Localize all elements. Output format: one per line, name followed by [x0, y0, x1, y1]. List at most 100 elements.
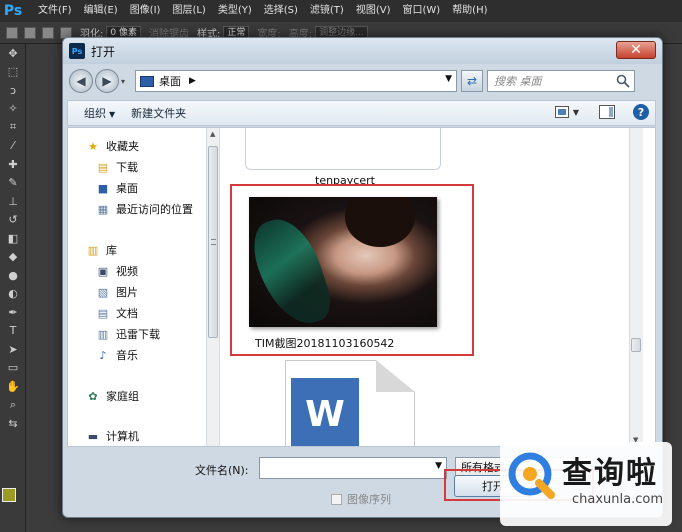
nav-item-xunlei[interactable]: ▥ 迅雷下载: [96, 324, 160, 344]
computer-icon: ▬: [87, 429, 99, 443]
new-selection-icon[interactable]: [24, 26, 36, 39]
pen-tool-icon[interactable]: ✒: [0, 303, 26, 322]
swap-colors-icon[interactable]: ⇆: [0, 414, 26, 433]
marquee-preset-icon[interactable]: [6, 26, 18, 39]
foreground-color-swatch[interactable]: [2, 488, 16, 502]
nav-item-homegroup[interactable]: ✿ 家庭组: [86, 386, 139, 406]
command-bar-right: ▼ ?: [554, 104, 649, 120]
view-dropdown-icon[interactable]: ▼: [573, 108, 579, 117]
eyedropper-tool-icon[interactable]: ⁄: [0, 137, 26, 156]
move-tool-icon[interactable]: ✥: [0, 44, 26, 63]
image-sequence-checkbox[interactable]: 图像序列: [331, 491, 391, 507]
shape-tool-icon[interactable]: ▭: [0, 359, 26, 378]
dodge-tool-icon[interactable]: ◐: [0, 285, 26, 304]
homegroup-icon: ✿: [88, 389, 98, 403]
healing-tool-icon[interactable]: ✚: [0, 155, 26, 174]
library-icon: ▥: [87, 243, 99, 257]
eraser-tool-icon[interactable]: ◧: [0, 229, 26, 248]
image-sequence-label: 图像序列: [347, 493, 391, 506]
history-dropdown-icon[interactable]: ▾: [121, 77, 131, 86]
forward-button[interactable]: ▶: [95, 69, 119, 93]
nav-item-libraries[interactable]: ▥ 库: [86, 240, 117, 260]
path-current[interactable]: 桌面: [159, 73, 181, 89]
address-bar: ◀ ▶ ▾ 桌面 ▶ ▼ ⇄: [63, 64, 662, 98]
type-tool-icon[interactable]: T: [0, 322, 26, 341]
selected-image-thumbnail[interactable]: [249, 197, 437, 327]
nav-scroll-thumb[interactable]: [208, 146, 218, 338]
selected-image-label[interactable]: TIM截图20181103160542: [255, 335, 394, 351]
file-scroll-thumb[interactable]: [631, 338, 641, 352]
nav-label-documents: 文档: [116, 307, 138, 320]
search-icon[interactable]: [616, 74, 630, 88]
nav-item-desktop[interactable]: ■ 桌面: [96, 178, 138, 198]
organize-menu[interactable]: 组织 ▼: [84, 105, 115, 121]
menu-select[interactable]: 选择(S): [258, 0, 304, 22]
wps-document-thumbnail[interactable]: W: [253, 360, 415, 446]
nav-item-videos[interactable]: ▣ 视频: [96, 261, 138, 281]
magic-wand-tool-icon[interactable]: ✧: [0, 100, 26, 119]
marquee-tool-icon[interactable]: ⬚: [0, 63, 26, 82]
scroll-up-icon[interactable]: ▲: [210, 130, 215, 138]
nav-label-desktop: 桌面: [116, 182, 138, 195]
close-icon: ✕: [630, 42, 642, 58]
ps-logo: Ps: [3, 3, 23, 19]
nav-item-downloads[interactable]: ▤ 下载: [96, 157, 138, 177]
menu-help[interactable]: 帮助(H): [446, 0, 493, 22]
path-select-tool-icon[interactable]: ➤: [0, 340, 26, 359]
crop-tool-icon[interactable]: ⌗: [0, 118, 26, 137]
brush-tool-icon[interactable]: ✎: [0, 174, 26, 193]
nav-item-music[interactable]: ♪ 音乐: [96, 345, 138, 365]
file-scrollbar[interactable]: ▼: [629, 128, 643, 446]
refresh-button[interactable]: ⇄: [461, 70, 483, 92]
path-chevron-icon[interactable]: ▶: [189, 76, 196, 86]
nav-label-pictures: 图片: [116, 286, 138, 299]
menu-layer[interactable]: 图层(L): [166, 0, 211, 22]
view-mode-icon[interactable]: [554, 106, 569, 118]
pictures-icon: ▧: [97, 285, 109, 299]
checkbox-box[interactable]: [331, 493, 342, 505]
new-folder-button[interactable]: 新建文件夹: [131, 105, 186, 121]
stamp-tool-icon[interactable]: ⊥: [0, 192, 26, 211]
nav-item-recent[interactable]: ▦ 最近访问的位置: [96, 199, 193, 219]
close-button[interactable]: ✕: [616, 41, 656, 59]
nav-label-homegroup: 家庭组: [106, 390, 139, 403]
tenpaycert-thumbnail[interactable]: [245, 128, 441, 170]
watermark-text: 查询啦: [562, 456, 658, 491]
watermark-url: chaxunla.com: [572, 492, 663, 507]
menu-window[interactable]: 窗口(W): [396, 0, 446, 22]
back-button[interactable]: ◀: [69, 69, 93, 93]
filename-dropdown-icon[interactable]: ▼: [435, 461, 442, 471]
nav-label-xunlei: 迅雷下载: [116, 328, 160, 341]
ps-toolbar: ✥ ⬚ ↄ ✧ ⌗ ⁄ ✚ ✎ ⊥ ↺ ◧ ◆ ● ◐ ✒ T ➤ ▭ ✋ ⌕ …: [0, 44, 26, 532]
menu-image[interactable]: 图像(I): [124, 0, 167, 22]
nav-item-computer[interactable]: ▬ 计算机: [86, 426, 139, 446]
menu-edit[interactable]: 编辑(E): [78, 0, 124, 22]
menu-filter[interactable]: 滤镜(T): [304, 0, 350, 22]
nav-item-documents[interactable]: ▤ 文档: [96, 303, 138, 323]
file-list: tenpaycert TIM截图20181103160542 W ▼: [221, 128, 643, 446]
recent-places-icon: ▦: [97, 202, 109, 216]
filename-input[interactable]: ▼: [259, 457, 447, 479]
blur-tool-icon[interactable]: ●: [0, 266, 26, 285]
menu-type[interactable]: 类型(Y): [212, 0, 258, 22]
help-icon[interactable]: ?: [633, 104, 649, 120]
search-input[interactable]: [494, 74, 618, 88]
nav-scrollbar[interactable]: ▲: [206, 128, 220, 446]
preview-pane-icon[interactable]: [599, 105, 615, 119]
nav-item-pictures[interactable]: ▧ 图片: [96, 282, 138, 302]
add-selection-icon[interactable]: [42, 26, 54, 39]
nav-item-favorites[interactable]: ★ 收藏夹: [86, 136, 139, 156]
refresh-icon: ⇄: [466, 74, 478, 88]
hand-tool-icon[interactable]: ✋: [0, 377, 26, 396]
nav-label-recent: 最近访问的位置: [116, 203, 193, 216]
paint-bucket-tool-icon[interactable]: ◆: [0, 248, 26, 267]
menu-file[interactable]: 文件(F): [32, 0, 78, 22]
path-dropdown-icon[interactable]: ▼: [445, 74, 452, 84]
lasso-tool-icon[interactable]: ↄ: [0, 81, 26, 100]
path-box[interactable]: 桌面 ▶ ▼: [135, 70, 457, 92]
zoom-tool-icon[interactable]: ⌕: [0, 396, 26, 415]
history-brush-tool-icon[interactable]: ↺: [0, 211, 26, 230]
video-icon: ▣: [97, 264, 109, 278]
menu-view[interactable]: 视图(V): [350, 0, 397, 22]
color-swatches[interactable]: [2, 488, 24, 510]
